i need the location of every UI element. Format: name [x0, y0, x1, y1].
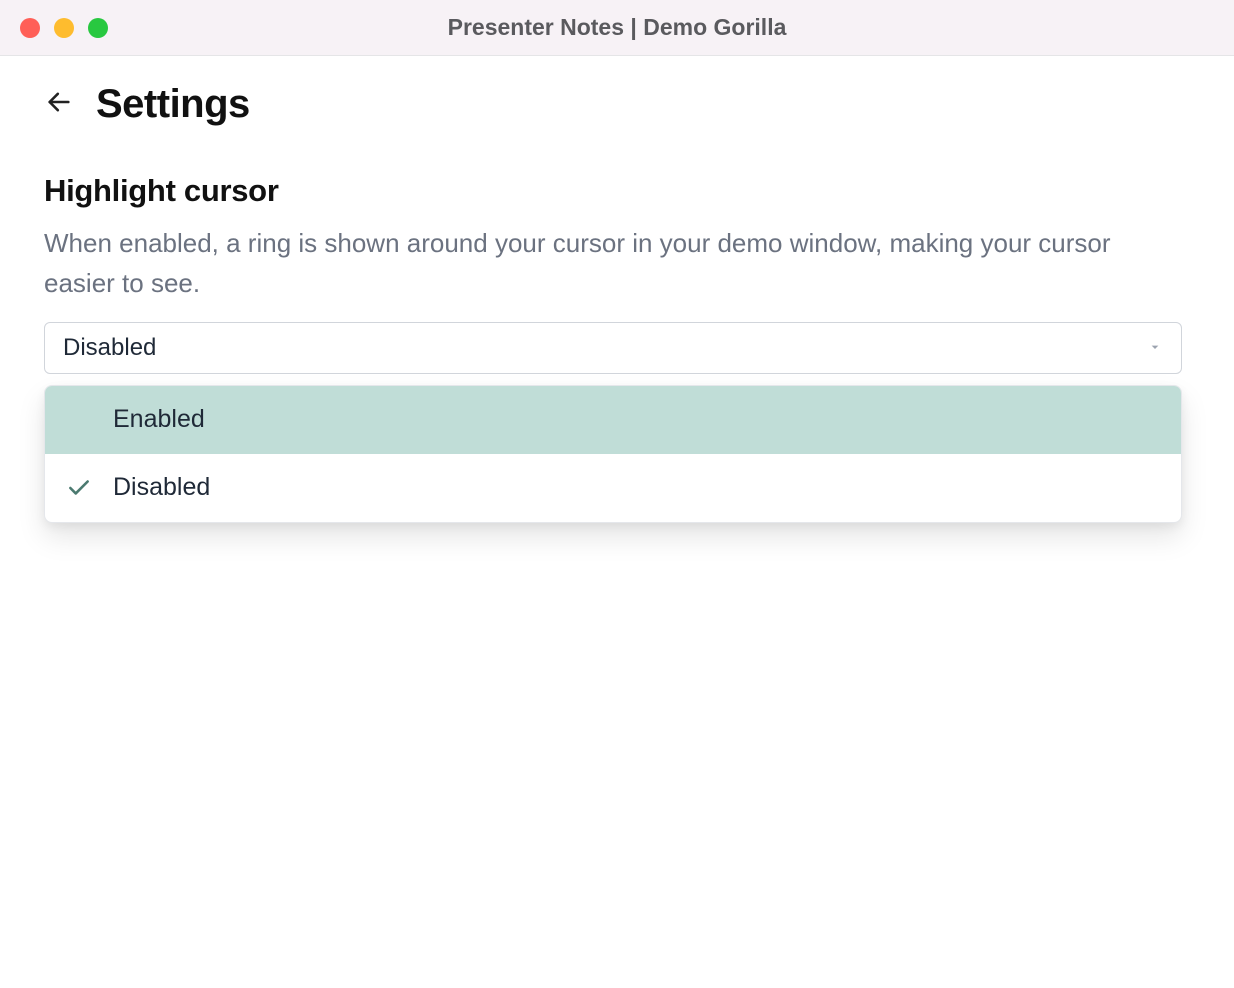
page-header: Settings [44, 82, 1190, 127]
check-slot [65, 406, 93, 434]
page-title: Settings [96, 82, 250, 127]
window-maximize-button[interactable] [88, 18, 108, 38]
highlight-cursor-select[interactable]: Disabled [44, 322, 1182, 374]
window-controls [20, 18, 108, 38]
window-close-button[interactable] [20, 18, 40, 38]
option-label: Disabled [113, 473, 210, 502]
setting-title: Highlight cursor [44, 173, 1190, 209]
titlebar: Presenter Notes | Demo Gorilla [0, 0, 1234, 56]
content-area: Settings Highlight cursor When enabled, … [0, 56, 1234, 988]
window-minimize-button[interactable] [54, 18, 74, 38]
chevron-down-icon [1147, 334, 1163, 362]
dropdown-option-enabled[interactable]: Enabled [45, 386, 1181, 454]
dropdown-menu: Enabled Disabled [44, 385, 1182, 523]
back-button[interactable] [44, 90, 74, 120]
select-value: Disabled [63, 334, 156, 362]
setting-description: When enabled, a ring is shown around you… [44, 223, 1144, 304]
dropdown-option-disabled[interactable]: Disabled [45, 454, 1181, 522]
option-label: Enabled [113, 405, 205, 434]
window-title: Presenter Notes | Demo Gorilla [448, 14, 787, 41]
check-icon [65, 474, 93, 502]
arrow-left-icon [45, 88, 73, 121]
